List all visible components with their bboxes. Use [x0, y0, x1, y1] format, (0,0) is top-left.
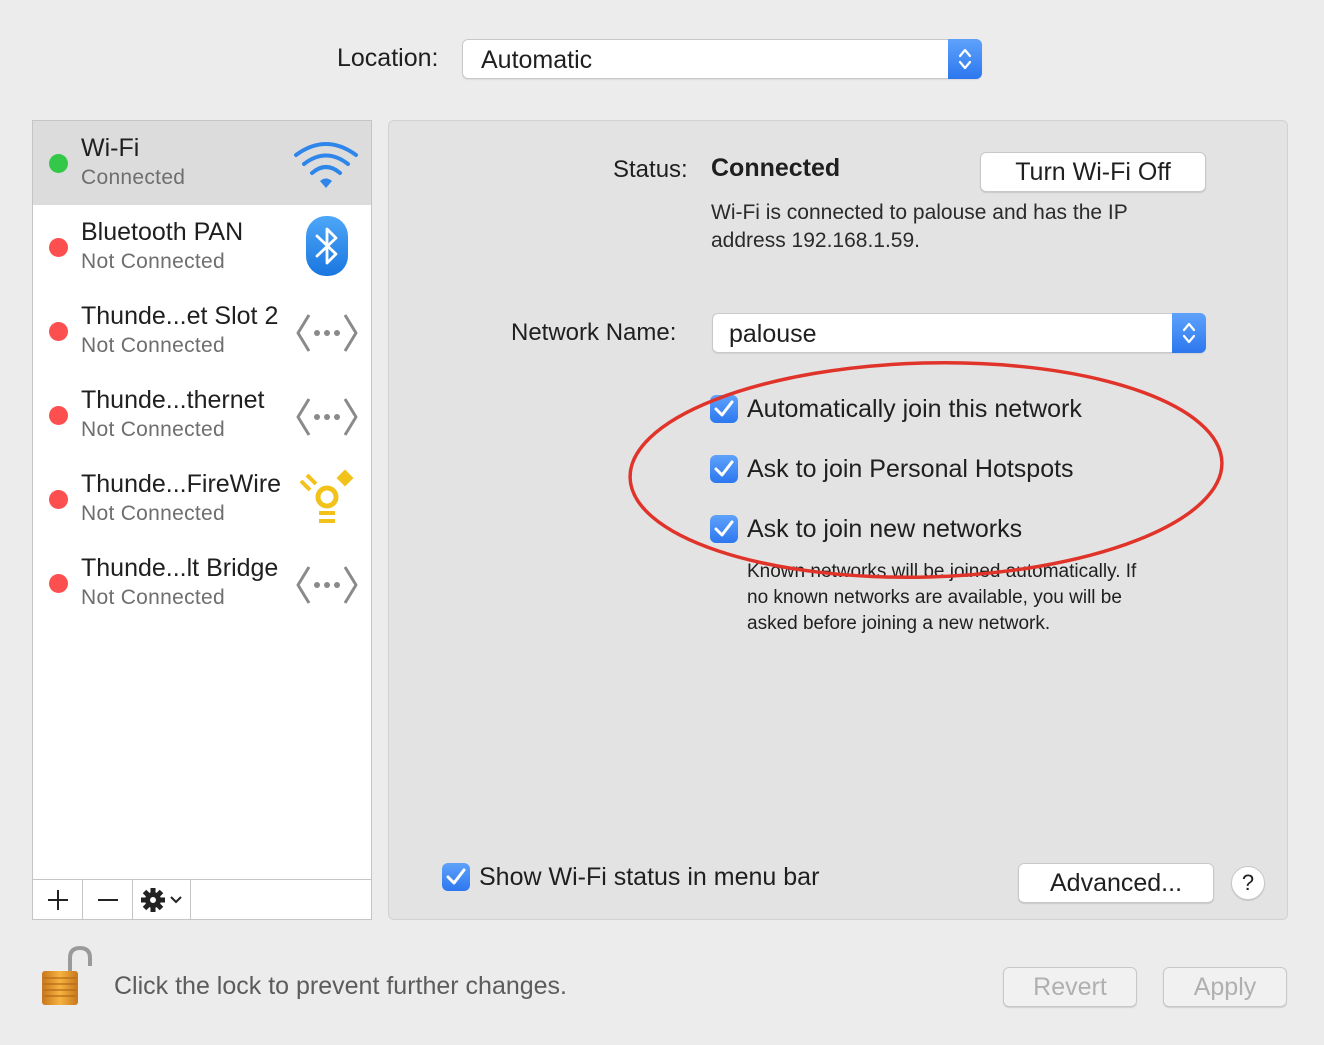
- remove-service-button[interactable]: [83, 880, 133, 919]
- location-value: Automatic: [481, 46, 593, 74]
- service-status: Not Connected: [81, 418, 225, 441]
- status-dot-green: [49, 154, 68, 173]
- service-status: Not Connected: [81, 250, 225, 273]
- apply-button[interactable]: Apply: [1163, 967, 1287, 1007]
- status-dot-red: [49, 406, 68, 425]
- minus-icon: [97, 898, 118, 901]
- gear-icon: [141, 887, 165, 912]
- lock-message: Click the lock to prevent further change…: [114, 972, 568, 1000]
- service-list-toolbar: [33, 879, 371, 919]
- service-name: Thunde...lt Bridge: [81, 554, 279, 582]
- status-label: Status:: [613, 156, 688, 183]
- status-dot-red: [49, 574, 68, 593]
- turn-wifi-off-button[interactable]: Turn Wi-Fi Off: [980, 152, 1206, 192]
- service-name: Thunde...thernet: [81, 386, 265, 414]
- plus-icon: [47, 889, 68, 910]
- help-button[interactable]: ?: [1231, 866, 1265, 900]
- lock-icon[interactable]: [40, 944, 92, 1013]
- status-value: Connected: [711, 154, 841, 182]
- service-status: Not Connected: [81, 502, 225, 525]
- service-item-thunderbolt-ethernet[interactable]: Thunde...thernet Not Connected: [33, 373, 371, 457]
- network-name-select[interactable]: palouse: [712, 313, 1206, 353]
- annotation-ellipse: [628, 361, 1224, 579]
- status-dot-red: [49, 322, 68, 341]
- firewire-icon: [297, 467, 357, 536]
- revert-button[interactable]: Revert: [1003, 967, 1137, 1007]
- service-name: Thunde...et Slot 2: [81, 302, 279, 330]
- network-name-value: palouse: [729, 320, 817, 348]
- chevron-down-icon: [170, 895, 182, 903]
- show-status-label: Show Wi-Fi status in menu bar: [479, 863, 820, 891]
- service-item-thunderbolt-bridge[interactable]: Thunde...lt Bridge Not Connected: [33, 541, 371, 625]
- service-status: Not Connected: [81, 334, 225, 357]
- info-line3: asked before joining a new network.: [747, 613, 1051, 634]
- show-status-checkbox[interactable]: [442, 863, 470, 891]
- location-label: Location:: [337, 44, 439, 72]
- service-item-thunderbolt-firewire[interactable]: Thunde...FireWire Not Connected: [33, 457, 371, 541]
- bluetooth-icon: [305, 215, 349, 282]
- ethernet-icon: [295, 311, 359, 360]
- status-description-line2: address 192.168.1.59.: [711, 229, 920, 252]
- service-item-thunderbolt-slot-2[interactable]: Thunde...et Slot 2 Not Connected: [33, 289, 371, 373]
- action-menu-button[interactable]: [133, 880, 191, 919]
- service-status: Connected: [81, 166, 186, 189]
- service-item-bluetooth-pan[interactable]: Bluetooth PAN Not Connected: [33, 205, 371, 289]
- advanced-button[interactable]: Advanced...: [1018, 863, 1214, 903]
- service-item-wifi[interactable]: Wi-Fi Connected: [33, 121, 371, 205]
- service-name: Bluetooth PAN: [81, 218, 244, 246]
- service-name: Wi-Fi: [81, 134, 140, 162]
- status-description-line1: Wi-Fi is connected to palouse and has th…: [711, 201, 1128, 224]
- service-name: Thunde...FireWire: [81, 470, 282, 498]
- network-name-label: Network Name:: [511, 319, 677, 346]
- add-service-button[interactable]: [33, 880, 83, 919]
- service-list: Wi-Fi Connected Bluetooth PAN Not Connec…: [32, 120, 372, 920]
- ethernet-icon: [295, 395, 359, 444]
- status-dot-red: [49, 238, 68, 257]
- ethernet-icon: [295, 563, 359, 612]
- service-status: Not Connected: [81, 586, 225, 609]
- network-stepper-icon: [1172, 313, 1206, 353]
- wifi-icon: [293, 139, 359, 196]
- status-dot-red: [49, 490, 68, 509]
- location-stepper-icon: [948, 39, 982, 79]
- location-select[interactable]: Automatic: [462, 39, 982, 79]
